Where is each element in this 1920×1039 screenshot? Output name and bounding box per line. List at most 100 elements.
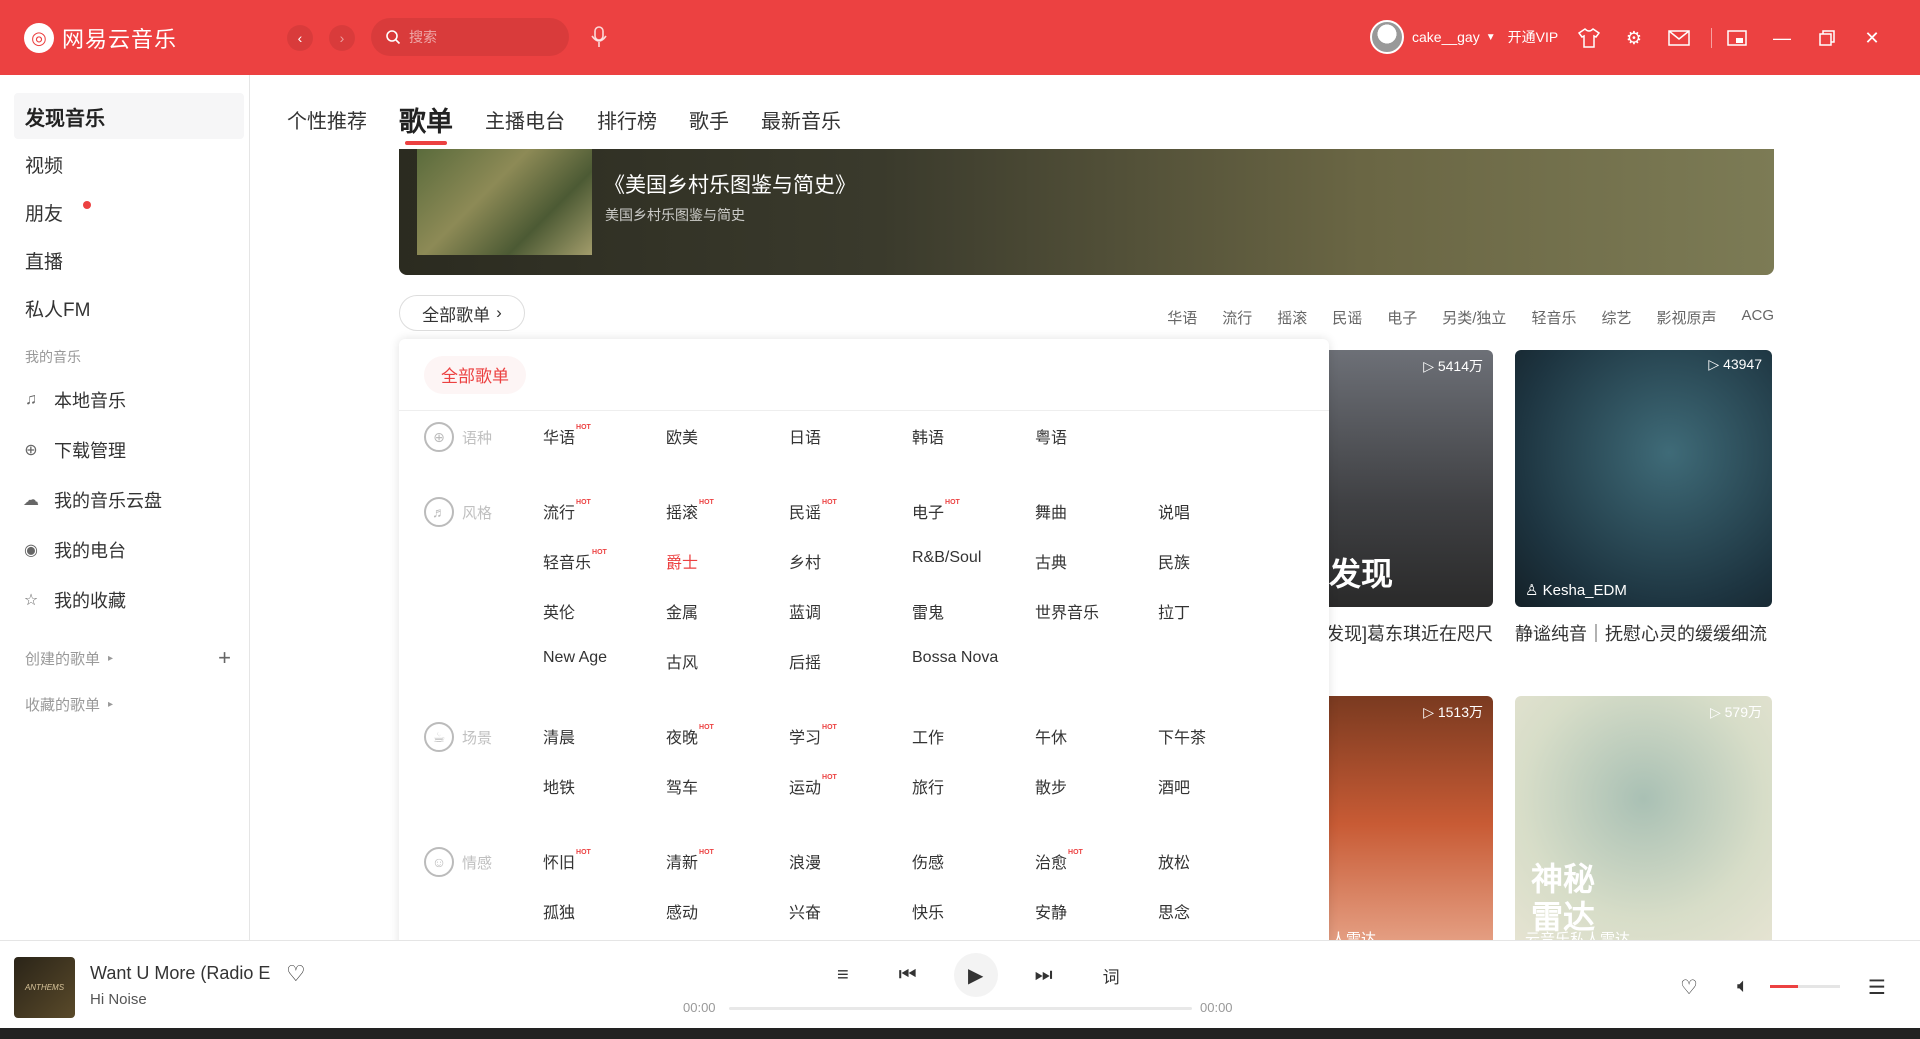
hot-tag[interactable]: 轻音乐 (1531, 307, 1576, 328)
tab-playlists[interactable]: 歌单 (399, 99, 453, 145)
category-tag[interactable]: 英伦 (543, 599, 575, 623)
category-tag[interactable]: 韩语 (912, 424, 944, 448)
microphone-icon[interactable] (590, 26, 608, 53)
category-tag[interactable]: 伤感 (912, 849, 944, 873)
mail-icon[interactable] (1666, 25, 1692, 51)
category-tag[interactable]: 古风 (666, 649, 698, 673)
category-tag[interactable]: 爵士 (666, 549, 698, 573)
category-tag[interactable]: 蓝调 (789, 599, 821, 623)
playlist-title[interactable]: 静谧纯音｜抚慰心灵的缓缓细流 (1515, 620, 1767, 646)
category-tag[interactable]: 乡村 (789, 549, 821, 573)
maximize-icon[interactable] (1814, 25, 1840, 51)
category-tag[interactable]: New Age (543, 649, 607, 667)
tab-charts[interactable]: 排行榜 (597, 99, 657, 139)
category-tag[interactable]: 轻音乐HOT (543, 549, 607, 573)
sidebar-item-local-music[interactable]: ♫ 本地音乐 (0, 375, 249, 425)
chevron-down-icon[interactable]: ▼ (1486, 32, 1496, 43)
playlist-owner[interactable]: 人雷达 (1331, 928, 1376, 940)
category-tag[interactable]: 日语 (789, 424, 821, 448)
lyrics-button[interactable]: 词 (1103, 963, 1120, 988)
category-tag[interactable]: 清晨 (543, 724, 575, 748)
playlist-card[interactable]: ▷ 1513万 人雷达 (1321, 696, 1493, 940)
category-tag[interactable]: 夜晚HOT (666, 724, 714, 748)
category-tag[interactable]: 世界音乐 (1035, 599, 1099, 623)
category-tag[interactable]: 兴奋 (789, 899, 821, 923)
category-tag[interactable]: 华语HOT (543, 424, 591, 448)
avatar[interactable] (1370, 20, 1404, 54)
category-tag[interactable]: 浪漫 (789, 849, 821, 873)
sidebar-item-video[interactable]: 视频 (14, 141, 244, 187)
volume-slider[interactable] (1770, 985, 1840, 988)
back-button[interactable]: ‹ (287, 25, 313, 51)
sidebar-item-friends[interactable]: 朋友 (14, 189, 244, 235)
hot-tag[interactable]: 另类/独立 (1442, 307, 1506, 328)
add-playlist-icon[interactable]: + (218, 645, 231, 671)
forward-button[interactable]: › (329, 25, 355, 51)
playlist-card[interactable]: ▷ 579万 神秘雷达 云音乐私人雷达 (1515, 696, 1772, 940)
featured-banner[interactable]: 《美国乡村乐图鉴与简史》 美国乡村乐图鉴与简史 (399, 149, 1774, 275)
sidebar-item-collection[interactable]: ☆ 我的收藏 (0, 575, 249, 625)
sidebar-item-fm[interactable]: 私人FM (14, 285, 244, 331)
tab-artists[interactable]: 歌手 (689, 99, 729, 139)
category-tag[interactable]: 电子HOT (912, 499, 960, 523)
category-tag[interactable]: 民谣HOT (789, 499, 837, 523)
category-tag[interactable]: 思念 (1158, 899, 1190, 923)
next-icon[interactable]: ⏭ (1035, 964, 1053, 987)
category-tag[interactable]: 酒吧 (1158, 774, 1190, 798)
category-tag[interactable]: 感动 (666, 899, 698, 923)
sidebar-item-cloud[interactable]: ☁ 我的音乐云盘 (0, 475, 249, 525)
sidebar-item-downloads[interactable]: ⊕ 下载管理 (0, 425, 249, 475)
hot-tag[interactable]: 摇滚 (1277, 307, 1307, 328)
minimize-icon[interactable]: — (1769, 25, 1795, 51)
category-tag[interactable]: 流行HOT (543, 499, 591, 523)
app-logo[interactable]: ◎ 网易云音乐 (24, 22, 177, 54)
category-tag[interactable]: 旅行 (912, 774, 944, 798)
tab-radio[interactable]: 主播电台 (485, 99, 565, 139)
created-playlists-group[interactable]: 创建的歌单 ▸ + (0, 635, 249, 681)
vip-button[interactable]: 开通VIP (1508, 27, 1559, 47)
category-tag[interactable]: 粤语 (1035, 424, 1067, 448)
category-tag[interactable]: Bossa Nova (912, 649, 998, 667)
category-tag[interactable]: 孤独 (543, 899, 575, 923)
playlist-mode-icon[interactable]: ≡ (837, 964, 849, 987)
category-tag[interactable]: 午休 (1035, 724, 1067, 748)
category-tag[interactable]: 舞曲 (1035, 499, 1067, 523)
settings-gear-icon[interactable]: ⚙ (1621, 25, 1647, 51)
category-tag[interactable]: R&B/Soul (912, 549, 981, 567)
heart-mode-icon[interactable]: ♡ (1680, 975, 1698, 1000)
category-tag[interactable]: 散步 (1035, 774, 1067, 798)
search-box[interactable] (371, 18, 569, 56)
category-tag[interactable]: 工作 (912, 724, 944, 748)
hot-tag[interactable]: 影视原声 (1656, 307, 1716, 328)
tab-recommend[interactable]: 个性推荐 (287, 99, 367, 139)
category-tag[interactable]: 民族 (1158, 549, 1190, 573)
sidebar-item-discover[interactable]: 发现音乐 (14, 93, 244, 139)
category-tag[interactable]: 清新HOT (666, 849, 714, 873)
playlist-title[interactable]: [发现]葛东琪近在咫尺 (1321, 620, 1493, 646)
category-tag[interactable]: 雷鬼 (912, 599, 944, 623)
artist-name[interactable]: Hi Noise (90, 991, 147, 1008)
search-input[interactable] (409, 29, 549, 45)
playlist-card[interactable]: ▷ 43947 ♙ Kesha_EDM (1515, 350, 1772, 607)
hot-tag[interactable]: ACG (1741, 307, 1774, 328)
category-tag[interactable]: 摇滚HOT (666, 499, 714, 523)
all-playlists-button[interactable]: 全部歌单 › (399, 295, 525, 331)
song-title[interactable]: Want U More (Radio E (90, 963, 270, 984)
category-tag[interactable]: 驾车 (666, 774, 698, 798)
category-tag[interactable]: 怀旧HOT (543, 849, 591, 873)
sidebar-item-radio[interactable]: ◉ 我的电台 (0, 525, 249, 575)
category-tag[interactable]: 说唱 (1158, 499, 1190, 523)
playlist-owner[interactable]: 云音乐私人雷达 (1525, 928, 1630, 940)
category-tag[interactable]: 拉丁 (1158, 599, 1190, 623)
category-tag[interactable]: 运动HOT (789, 774, 837, 798)
progress-bar[interactable] (729, 1007, 1192, 1010)
sidebar-item-live[interactable]: 直播 (14, 237, 244, 283)
category-tag[interactable]: 快乐 (912, 899, 944, 923)
hot-tag[interactable]: 综艺 (1601, 307, 1631, 328)
heart-icon[interactable]: ♡ (286, 961, 306, 987)
category-tag[interactable]: 金属 (666, 599, 698, 623)
category-tag[interactable]: 欧美 (666, 424, 698, 448)
user-info[interactable]: cake__gay ▼ 开通VIP (1370, 20, 1558, 54)
category-tag[interactable]: 古典 (1035, 549, 1067, 573)
hot-tag[interactable]: 电子 (1387, 307, 1417, 328)
